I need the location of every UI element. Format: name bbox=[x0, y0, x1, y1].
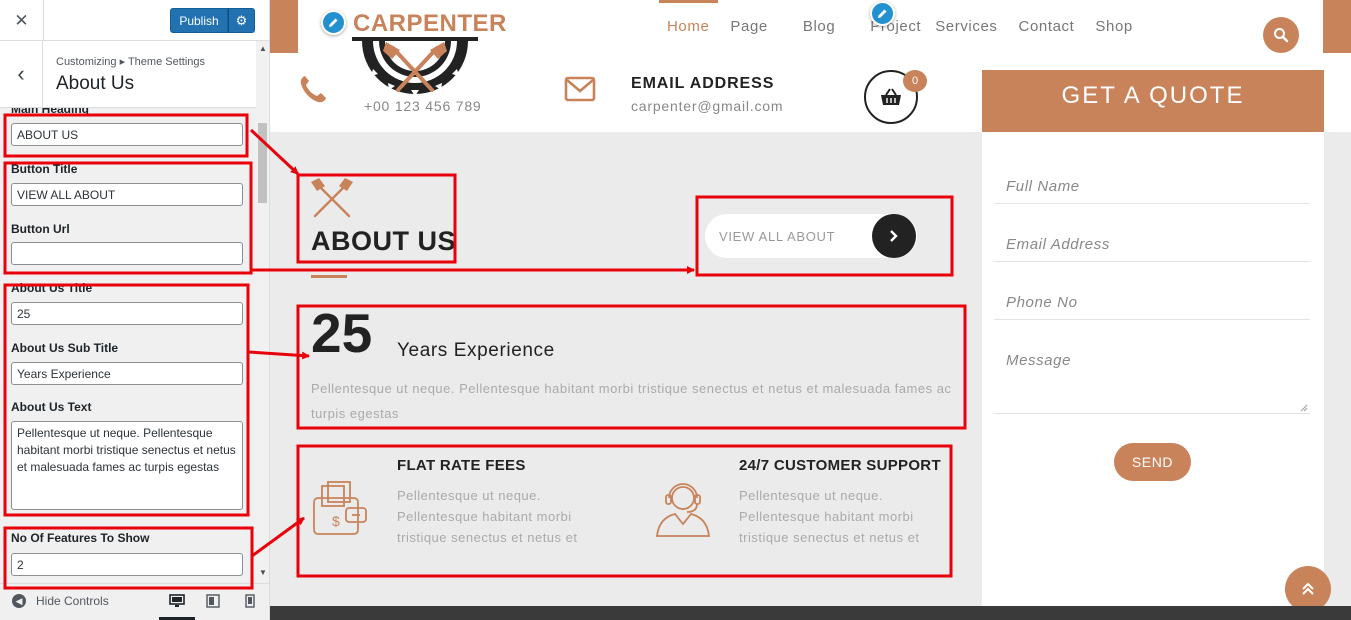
panel-header: ✕ Publish ⚙ bbox=[0, 0, 269, 41]
mobile-preview-icon[interactable] bbox=[238, 590, 262, 612]
features-count-label: No Of Features To Show bbox=[11, 531, 150, 545]
site-logo[interactable]: CARPENTER bbox=[340, 4, 506, 99]
double-chevron-up-icon bbox=[1302, 582, 1314, 595]
view-all-about-button[interactable]: VIEW ALL ABOUT bbox=[705, 214, 917, 258]
nav-shop[interactable]: Shop bbox=[1095, 18, 1132, 35]
nav-contact[interactable]: Contact bbox=[1019, 18, 1075, 35]
button-url-label: Button Url bbox=[11, 222, 70, 236]
main-nav: Home Page Blog Project Services Contact … bbox=[660, 0, 1154, 53]
about-title-label: About Us Title bbox=[11, 281, 93, 295]
gear-icon[interactable]: ⚙ bbox=[228, 8, 255, 33]
button-title-input[interactable]: VIEW ALL ABOUT bbox=[11, 183, 243, 206]
message-field[interactable]: Message bbox=[994, 344, 1310, 414]
axes-icon bbox=[311, 178, 353, 218]
hide-controls-label: Hide Controls bbox=[36, 594, 109, 608]
heading-underline bbox=[311, 275, 347, 278]
search-icon bbox=[1274, 28, 1289, 43]
about-subtitle-label: About Us Sub Title bbox=[11, 341, 119, 355]
phone-number: +00 123 456 789 bbox=[364, 98, 482, 114]
quote-form: Full Name Email Address Phone No Message… bbox=[982, 132, 1324, 606]
breadcrumb: Customizing ▸ Theme Settings bbox=[56, 56, 205, 68]
svg-text:$: $ bbox=[332, 513, 340, 529]
desktop-preview-icon[interactable] bbox=[165, 590, 189, 612]
chevron-right-icon bbox=[872, 214, 916, 258]
section-title: About Us bbox=[56, 73, 135, 94]
nav-services[interactable]: Services bbox=[935, 18, 997, 35]
hide-controls-button[interactable]: ◀ Hide Controls bbox=[12, 594, 109, 608]
logo-text: CARPENTER bbox=[353, 10, 507, 37]
wallet-icon: $ bbox=[313, 481, 367, 535]
scroll-up-icon[interactable]: ▲ bbox=[258, 44, 268, 53]
panel-footer: ◀ Hide Controls bbox=[0, 583, 269, 620]
email-field[interactable]: Email Address bbox=[994, 228, 1310, 262]
features-count-input[interactable]: 2 bbox=[11, 553, 243, 576]
next-section-strip bbox=[270, 606, 1351, 620]
tablet-preview-icon[interactable] bbox=[201, 590, 225, 612]
cart-count-badge: 0 bbox=[903, 70, 927, 92]
feature-title-2: 24/7 CUSTOMER SUPPORT bbox=[739, 457, 941, 474]
phone-icon bbox=[300, 76, 326, 103]
edit-pencil-icon[interactable] bbox=[321, 10, 346, 35]
about-text-textarea[interactable]: Pellentesque ut neque. Pellentesque habi… bbox=[11, 421, 243, 510]
header-accent-left bbox=[270, 0, 298, 53]
back-arrow-icon[interactable]: ‹ bbox=[0, 41, 43, 107]
section-header: ‹ Customizing ▸ Theme Settings About Us bbox=[0, 41, 256, 108]
feature-text-2: Pellentesque ut neque. Pellentesque habi… bbox=[739, 488, 920, 545]
about-heading: ABOUT US bbox=[311, 226, 456, 256]
scrollbar-thumb[interactable] bbox=[258, 123, 267, 203]
controls-list: Main Heading ABOUT US Button Title VIEW … bbox=[0, 108, 256, 583]
main-heading-label: Main Heading bbox=[11, 108, 90, 116]
send-button[interactable]: SEND bbox=[1114, 443, 1191, 481]
envelope-icon bbox=[564, 76, 596, 102]
feature-text-1: Pellentesque ut neque. Pellentesque habi… bbox=[397, 488, 578, 545]
email-value: carpenter@gmail.com bbox=[631, 98, 784, 114]
resize-handle-icon[interactable] bbox=[1300, 404, 1308, 412]
button-title-label: Button Title bbox=[11, 162, 78, 176]
close-icon[interactable]: ✕ bbox=[0, 0, 44, 41]
nav-home[interactable]: Home bbox=[667, 18, 709, 35]
email-label: EMAIL ADDRESS bbox=[631, 75, 775, 92]
site-preview: CARPENTER Home Page Blog Project Service… bbox=[270, 0, 1351, 620]
nav-page[interactable]: Page bbox=[730, 18, 767, 35]
experience-subtitle: Years Experience bbox=[397, 340, 555, 361]
view-all-label: VIEW ALL ABOUT bbox=[719, 229, 836, 244]
quote-title: GET A QUOTE bbox=[982, 70, 1324, 132]
about-title-input[interactable]: 25 bbox=[11, 302, 243, 325]
edit-pencil-icon[interactable] bbox=[870, 1, 895, 26]
customizer-panel: ✕ Publish ⚙ ‹ Customizing ▸ Theme Settin… bbox=[0, 0, 270, 620]
panel-scrollbar[interactable]: ▲ ▼ bbox=[256, 41, 269, 583]
headset-support-icon bbox=[655, 483, 711, 537]
nav-blog[interactable]: Blog bbox=[803, 18, 835, 35]
button-url-input[interactable] bbox=[11, 242, 243, 265]
main-heading-input[interactable]: ABOUT US bbox=[11, 123, 243, 146]
about-subtitle-input[interactable]: Years Experience bbox=[11, 362, 243, 385]
full-name-field[interactable]: Full Name bbox=[994, 170, 1310, 204]
about-text-label: About Us Text bbox=[11, 400, 92, 414]
about-text: Pellentesque ut neque. Pellentesque habi… bbox=[311, 381, 952, 421]
experience-number: 25 bbox=[311, 302, 373, 364]
search-button[interactable] bbox=[1263, 17, 1299, 53]
collapse-icon: ◀ bbox=[12, 594, 26, 608]
scroll-down-icon[interactable]: ▼ bbox=[258, 568, 268, 577]
feature-title-1: FLAT RATE FEES bbox=[397, 457, 526, 474]
phone-field[interactable]: Phone No bbox=[994, 286, 1310, 320]
header-accent-right bbox=[1323, 0, 1351, 53]
publish-button[interactable]: Publish bbox=[170, 8, 228, 33]
basket-icon bbox=[881, 88, 901, 105]
